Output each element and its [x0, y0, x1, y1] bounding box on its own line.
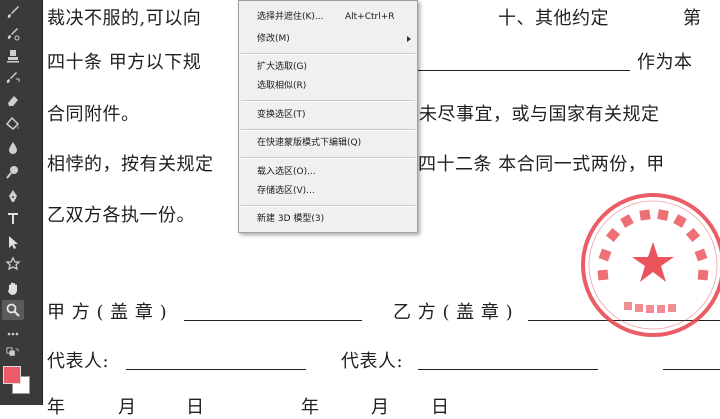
party-a-underline	[184, 320, 362, 321]
hand-icon[interactable]	[2, 278, 24, 298]
paint-bucket-icon[interactable]	[2, 114, 24, 134]
date-a-month: 月	[118, 397, 137, 418]
menu-separator	[241, 205, 415, 207]
menu-separator	[241, 129, 415, 131]
doc-line-4-right: 四十二条 本合同一式两份，甲	[418, 154, 665, 175]
menu-separator	[241, 100, 415, 102]
party-b-label: 乙 方 ( 盖 章 )	[393, 302, 514, 323]
foreground-color-swatch[interactable]	[3, 366, 21, 384]
date-b-day: 日	[431, 397, 450, 418]
brush-alt-icon[interactable]	[2, 68, 24, 88]
rep-b-underline	[418, 369, 598, 370]
doc-line-2-underline	[418, 70, 630, 71]
stamp-icon[interactable]	[2, 46, 24, 66]
swap-colors-icon[interactable]	[2, 344, 24, 364]
doc-line-3-right: 未尽事宜，或与国家有关规定	[419, 104, 660, 125]
doc-line-1-left: 裁决不服的,可以向	[47, 8, 202, 29]
eraser-icon[interactable]	[2, 90, 24, 110]
select-context-menu: 选择并遮住(K)... Alt+Ctrl+R 修改(M) 扩大选取(G) 选取相…	[238, 0, 418, 233]
history-brush-icon[interactable]	[2, 24, 24, 44]
menu-item-label: 选取相似(R)	[257, 81, 307, 91]
date-a-year: 年	[47, 397, 66, 418]
rep-a-label: 代表人:	[47, 351, 110, 372]
date-b-year: 年	[301, 397, 320, 418]
menu-separator	[241, 53, 415, 55]
dodge-icon[interactable]	[2, 162, 24, 182]
drop-icon[interactable]	[2, 138, 24, 158]
menu-item-label: 新建 3D 模型(3)	[257, 214, 325, 224]
menu-item-label: 修改(M)	[257, 34, 290, 44]
rep-a-underline	[126, 369, 306, 370]
type-icon[interactable]	[2, 208, 24, 228]
menu-item-save-selection[interactable]: 存储选区(V)...	[239, 180, 417, 202]
menu-item-select-and-mask[interactable]: 选择并遮住(K)... Alt+Ctrl+R	[239, 6, 417, 28]
rep-b-label: 代表人:	[341, 351, 404, 372]
menu-item-modify[interactable]: 修改(M)	[239, 28, 417, 50]
menu-separator	[241, 157, 415, 159]
zoom-icon[interactable]	[2, 300, 24, 320]
rep-right-underline	[663, 369, 720, 370]
menu-item-shortcut: Alt+Ctrl+R	[345, 12, 395, 22]
menu-item-label: 存储选区(V)...	[257, 186, 315, 196]
brush-icon[interactable]	[2, 2, 24, 22]
company-seal-stamp	[581, 193, 720, 337]
custom-shape-icon[interactable]	[2, 254, 24, 274]
menu-item-label: 在快速蒙版模式下编辑(Q)	[257, 138, 362, 148]
party-a-label: 甲 方 ( 盖 章 )	[47, 302, 168, 323]
doc-line-4-left: 相悖的，按有关规定	[47, 154, 214, 175]
path-select-icon[interactable]	[2, 232, 24, 252]
menu-item-new-3d-model[interactable]: 新建 3D 模型(3)	[239, 208, 417, 230]
date-a-day: 日	[186, 397, 205, 418]
menu-item-label: 选择并遮住(K)...	[257, 12, 324, 22]
doc-line-2-left: 四十条 甲方以下规	[47, 52, 202, 73]
ellipsis-icon[interactable]	[2, 324, 24, 344]
doc-line-2-right: 作为本	[637, 52, 693, 73]
pen-icon[interactable]	[2, 186, 24, 206]
menu-item-quick-mask[interactable]: 在快速蒙版模式下编辑(Q)	[239, 132, 417, 154]
doc-line-3-left: 合同附件。	[47, 104, 140, 125]
menu-item-similar[interactable]: 选取相似(R)	[239, 75, 417, 97]
menu-item-label: 变换选区(T)	[257, 110, 306, 120]
tools-panel	[0, 0, 43, 405]
date-b-month: 月	[371, 397, 390, 418]
doc-line-5: 乙双方各执一份。	[47, 205, 195, 226]
submenu-arrow-icon	[407, 36, 411, 42]
menu-item-transform-selection[interactable]: 变换选区(T)	[239, 104, 417, 126]
doc-line-1-right: 第	[683, 8, 702, 29]
doc-line-1-mid: 十、其他约定	[498, 8, 609, 29]
